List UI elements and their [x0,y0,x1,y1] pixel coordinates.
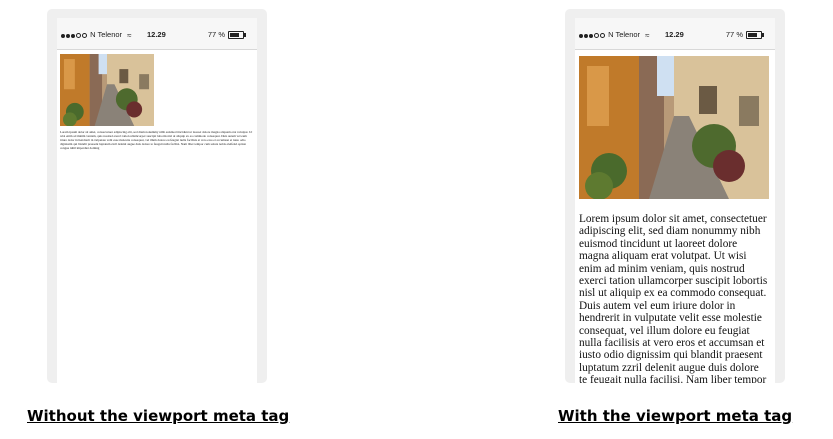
status-time: 12.29 [665,30,684,39]
phone-mockup-with-viewport: N Telenor ≈ 12.29 77 % Lorem ipsum dolor… [565,9,785,383]
wifi-icon: ≈ [127,30,132,40]
carrier-name: N Telenor [90,30,123,39]
article-text: Lorem ipsum dolor sit amet, consectetuer… [60,130,253,150]
carrier-name: N Telenor [608,30,641,39]
battery-icon [746,31,764,39]
phone-screen: N Telenor ≈ 12.29 77 % Lorem ipsum dolor… [57,18,257,383]
battery-percentage: 77 % [725,30,743,39]
caption-with-viewport: With the viewport meta tag [558,407,793,425]
carrier-info: N Telenor ≈ [61,30,132,40]
signal-dots-icon [579,31,606,40]
carrier-info: N Telenor ≈ [579,30,650,40]
article-text: Lorem ipsum dolor sit amet, consectetuer… [579,213,768,383]
status-bar: N Telenor ≈ 12.29 77 % [57,18,257,50]
signal-dots-icon [61,31,88,40]
battery-percentage: 77 % [207,30,225,39]
phone-mockup-without-viewport: N Telenor ≈ 12.29 77 % Lorem ipsum dolor… [47,9,267,383]
status-bar: N Telenor ≈ 12.29 77 % [575,18,775,50]
street-photo [579,56,769,199]
wifi-icon: ≈ [645,30,650,40]
phone-screen: N Telenor ≈ 12.29 77 % Lorem ipsum dolor… [575,18,775,383]
battery-icon [228,31,246,39]
caption-without-viewport: Without the viewport meta tag [27,407,290,425]
status-time: 12.29 [147,30,166,39]
street-photo [60,54,154,126]
